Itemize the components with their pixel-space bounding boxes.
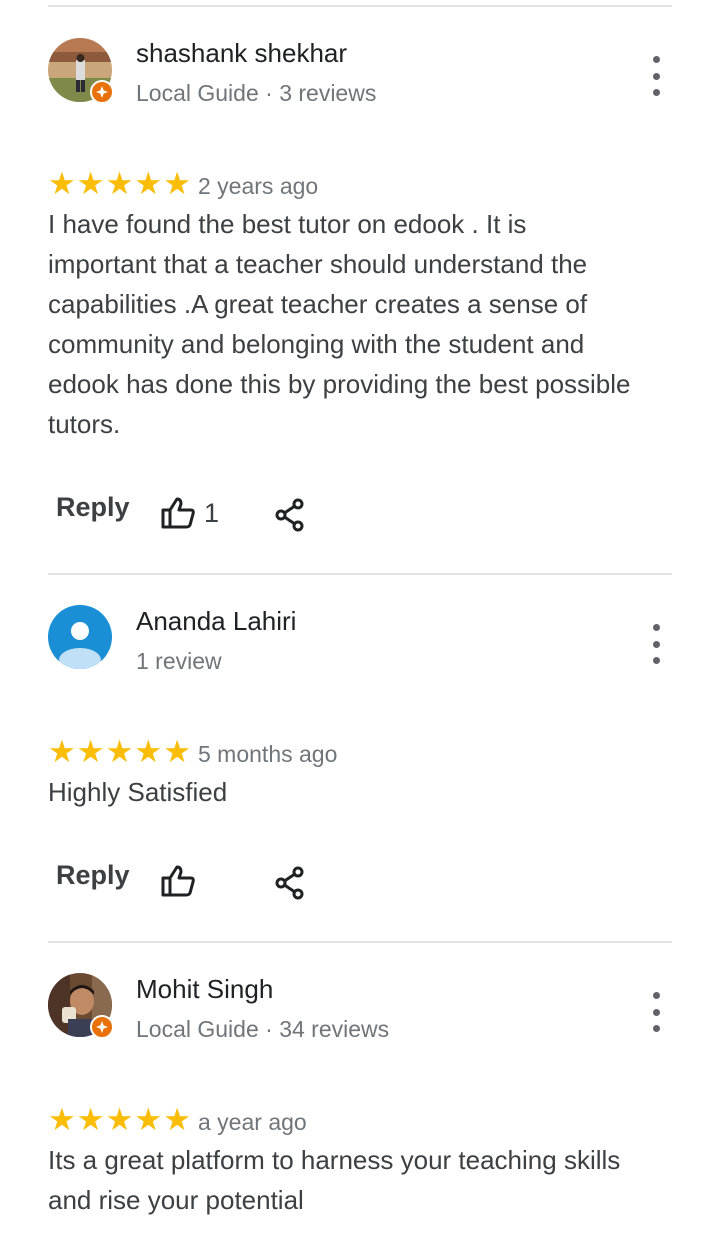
avatar[interactable] <box>48 38 114 104</box>
avatar[interactable] <box>48 973 114 1039</box>
star-icon: ★ <box>134 166 163 201</box>
reply-button[interactable]: Reply <box>56 492 130 523</box>
local-guide-badge-icon <box>90 1015 114 1039</box>
star-icon: ★ <box>76 734 105 769</box>
like-button[interactable] <box>160 864 204 898</box>
review-text: I have found the best tutor on edook . I… <box>48 209 631 439</box>
star-rating: ★ ★ ★ ★ ★ <box>48 1104 191 1136</box>
star-icon: ★ <box>48 166 76 201</box>
avatar[interactable] <box>48 605 112 669</box>
review-time: a year ago <box>198 1109 307 1135</box>
default-avatar-icon <box>48 605 112 669</box>
share-button[interactable] <box>274 866 306 905</box>
review-time: 5 months ago <box>198 741 338 767</box>
share-icon <box>275 866 304 900</box>
star-icon: ★ <box>105 1102 134 1137</box>
star-icon: ★ <box>48 1102 76 1137</box>
star-icon: ★ <box>76 166 105 201</box>
divider <box>48 941 672 943</box>
star-icon: ★ <box>134 1102 163 1137</box>
thumbs-up-icon <box>161 865 195 897</box>
star-icon: ★ <box>163 1102 191 1137</box>
like-count: 1 <box>204 497 220 528</box>
star-rating: ★ ★ ★ ★ ★ <box>48 168 191 200</box>
reviewer-subtitle: Local Guide · 3 reviews <box>136 80 377 106</box>
star-rating: ★ ★ ★ ★ ★ <box>48 736 191 768</box>
review-text: Its a great platform to harness your tea… <box>48 1145 621 1215</box>
star-icon: ★ <box>163 734 191 769</box>
reply-button[interactable]: Reply <box>56 860 130 891</box>
star-icon: ★ <box>48 734 76 769</box>
star-icon: ★ <box>76 1102 105 1137</box>
review-text: Highly Satisfied <box>48 777 228 807</box>
reviewer-subtitle: Local Guide · 34 reviews <box>136 1016 390 1042</box>
reviewer-name[interactable]: Ananda Lahiri <box>136 606 296 637</box>
reviewer-name[interactable]: Mohit Singh <box>136 974 273 1005</box>
more-options-icon[interactable] <box>646 624 666 664</box>
star-icon: ★ <box>134 734 163 769</box>
divider <box>48 5 672 7</box>
star-icon: ★ <box>105 166 134 201</box>
thumbs-up-icon <box>161 497 195 529</box>
more-options-icon[interactable] <box>646 992 666 1032</box>
star-icon: ★ <box>105 734 134 769</box>
local-guide-badge-icon <box>90 80 114 104</box>
reviewer-name[interactable]: shashank shekhar <box>136 38 347 69</box>
review-time: 2 years ago <box>198 173 319 199</box>
more-options-icon[interactable] <box>646 56 666 96</box>
like-button[interactable]: 1 <box>160 496 219 530</box>
reviewer-subtitle: 1 review <box>136 648 222 674</box>
share-icon <box>275 498 304 532</box>
share-button[interactable] <box>274 498 306 537</box>
divider <box>48 573 672 575</box>
star-icon: ★ <box>163 166 191 201</box>
